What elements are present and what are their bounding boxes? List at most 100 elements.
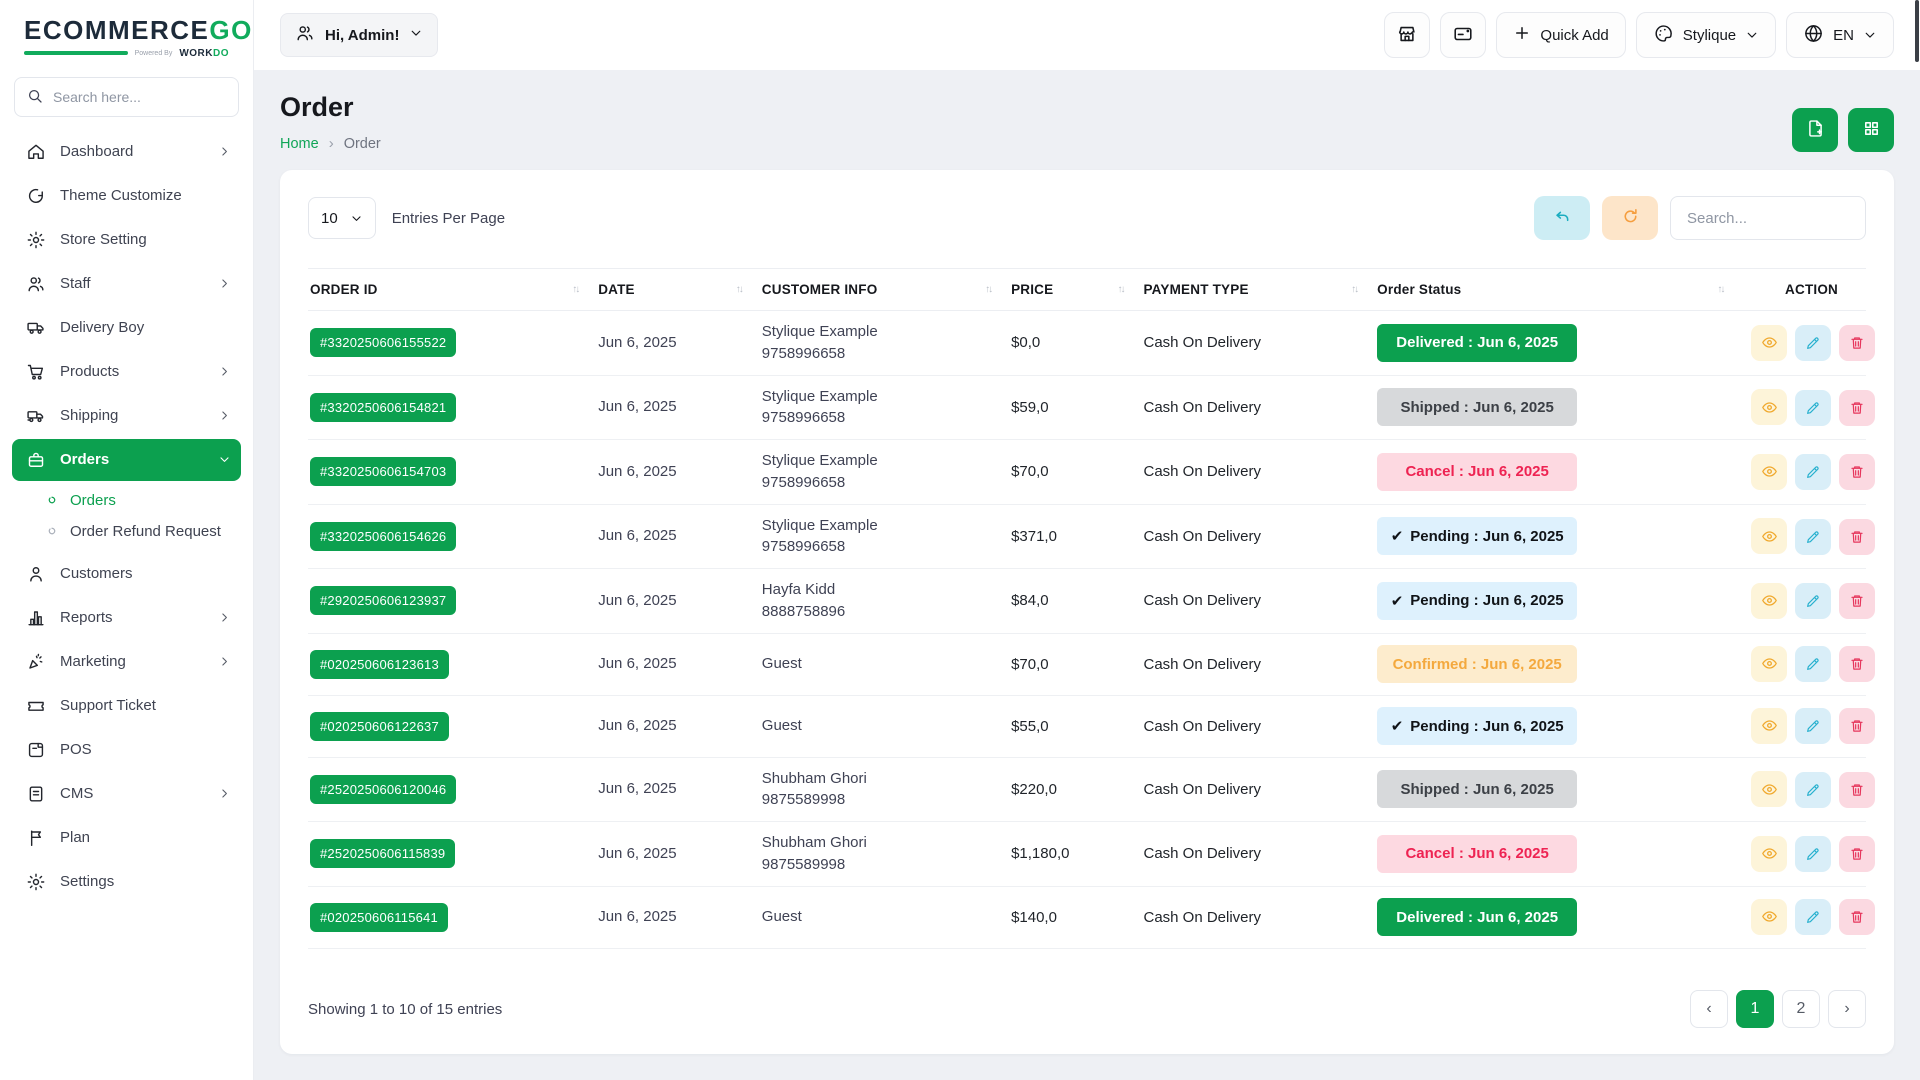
delete-button[interactable] [1839,454,1875,490]
view-button[interactable] [1751,899,1787,935]
sidebar-item-shipping[interactable]: Shipping [12,395,241,437]
sidebar-item-store-setting[interactable]: Store Setting [12,219,241,261]
edit-button[interactable] [1795,519,1831,555]
grid-view-button[interactable] [1848,108,1894,152]
column-header-order-id[interactable]: ORDER ID↑↓ [308,269,596,311]
entries-per-page-select[interactable]: 10 [308,197,376,239]
page-button-2[interactable]: 2 [1782,990,1820,1028]
delete-button[interactable] [1839,519,1875,555]
order-id-badge[interactable]: #3320250606154703 [310,457,456,486]
column-header-date[interactable]: DATE↑↓ [596,269,760,311]
order-id-badge[interactable]: #3320250606154821 [310,393,456,422]
order-id-badge[interactable]: #020250606115641 [310,903,448,932]
sidebar-subitem-orders[interactable]: Orders [40,485,241,516]
sidebar-item-delivery-boy[interactable]: Delivery Boy [12,307,241,349]
edit-button[interactable] [1795,583,1831,619]
edit-button[interactable] [1795,390,1831,426]
sidebar-item-staff[interactable]: Staff [12,263,241,305]
delete-button[interactable] [1839,708,1875,744]
sidebar-item-reports[interactable]: Reports [12,597,241,639]
undo-button[interactable] [1534,196,1590,240]
refresh-button[interactable] [1602,196,1658,240]
pencil-icon [1805,656,1821,672]
delete-button[interactable] [1839,646,1875,682]
sidebar-search-input[interactable] [14,77,239,117]
next-page-button[interactable]: › [1828,990,1866,1028]
sidebar-item-plan[interactable]: Plan [12,817,241,859]
delete-button[interactable] [1839,899,1875,935]
sidebar-item-label: CMS [60,785,204,802]
edit-button[interactable] [1795,772,1831,808]
edit-button[interactable] [1795,325,1831,361]
breadcrumb-home-link[interactable]: Home [280,136,319,152]
sidebar-item-theme-customize[interactable]: Theme Customize [12,175,241,217]
order-id-badge[interactable]: #2520250606120046 [310,775,456,804]
order-id-badge[interactable]: #020250606122637 [310,712,449,741]
prev-page-button[interactable]: ‹ [1690,990,1728,1028]
column-header-payment-type[interactable]: PAYMENT TYPE↑↓ [1141,269,1375,311]
delete-button[interactable] [1839,325,1875,361]
sidebar-item-settings[interactable]: Settings [12,861,241,903]
table-search-input[interactable] [1670,196,1866,240]
sidebar-item-products[interactable]: Products [12,351,241,393]
view-button[interactable] [1751,454,1787,490]
edit-button[interactable] [1795,899,1831,935]
theme-select-button[interactable]: Stylique [1636,12,1776,58]
view-button[interactable] [1751,325,1787,361]
sidebar-item-cms[interactable]: CMS [12,773,241,815]
sort-icon[interactable]: ↑↓ [572,284,578,295]
sort-icon[interactable]: ↑↓ [1717,284,1723,295]
column-header-order-status[interactable]: Order Status↑↓ [1375,269,1741,311]
order-id-badge[interactable]: #2520250606115839 [310,839,455,868]
sidebar-item-pos[interactable]: POS [12,729,241,771]
edit-button[interactable] [1795,454,1831,490]
language-select-button[interactable]: EN [1786,12,1894,58]
storefront-button[interactable] [1384,12,1430,58]
view-button[interactable] [1751,583,1787,619]
sidebar-item-support-ticket[interactable]: Support Ticket [12,685,241,727]
quick-add-button[interactable]: Quick Add [1496,12,1625,58]
pencil-icon [1805,400,1821,416]
page-button-1[interactable]: 1 [1736,990,1774,1028]
order-id-badge[interactable]: #020250606123613 [310,650,449,679]
order-price: $220,0 [1009,757,1141,822]
theme-icon [26,186,46,206]
sort-icon[interactable]: ↑↓ [985,284,991,295]
edit-button[interactable] [1795,836,1831,872]
view-button[interactable] [1751,646,1787,682]
admin-menu-button[interactable]: Hi, Admin! [280,13,438,57]
export-button[interactable] [1792,108,1838,152]
order-id-badge[interactable]: #3320250606154626 [310,522,456,551]
delete-button[interactable] [1839,583,1875,619]
trash-icon [1849,718,1865,734]
brand-logo[interactable]: ECOMMERCEGO Powered By WORKDO [0,0,253,59]
sidebar-item-orders[interactable]: Orders [12,439,241,481]
view-button[interactable] [1751,771,1787,807]
staff-icon [26,274,46,294]
sidebar-subitem-order-refund-request[interactable]: Order Refund Request [40,516,241,547]
mail-button[interactable] [1440,12,1486,58]
table-row: #3320250606154821Jun 6, 2025Stylique Exa… [308,375,1866,440]
sort-icon[interactable]: ↑↓ [1351,284,1357,295]
sort-icon[interactable]: ↑↓ [736,284,742,295]
sidebar-item-dashboard[interactable]: Dashboard [12,131,241,173]
edit-button[interactable] [1795,708,1831,744]
table-row: #020250606123613Jun 6, 2025Guest$70,0Cas… [308,633,1866,695]
order-id-badge[interactable]: #2920250606123937 [310,586,456,615]
view-button[interactable] [1751,708,1787,744]
scrollbar-thumb[interactable] [1915,0,1919,62]
view-button[interactable] [1751,836,1787,872]
sort-icon[interactable]: ↑↓ [1117,284,1123,295]
view-button[interactable] [1751,518,1787,554]
edit-button[interactable] [1795,646,1831,682]
delete-button[interactable] [1839,836,1875,872]
delete-button[interactable] [1839,772,1875,808]
sidebar-item-marketing[interactable]: Marketing [12,641,241,683]
view-button[interactable] [1751,389,1787,425]
topbar: Hi, Admin! Quick Add Stylique EN [254,0,1920,70]
sidebar-item-customers[interactable]: Customers [12,553,241,595]
column-header-customer-info[interactable]: CUSTOMER INFO↑↓ [760,269,1009,311]
delete-button[interactable] [1839,390,1875,426]
column-header-price[interactable]: PRICE↑↓ [1009,269,1141,311]
order-id-badge[interactable]: #3320250606155522 [310,328,456,357]
